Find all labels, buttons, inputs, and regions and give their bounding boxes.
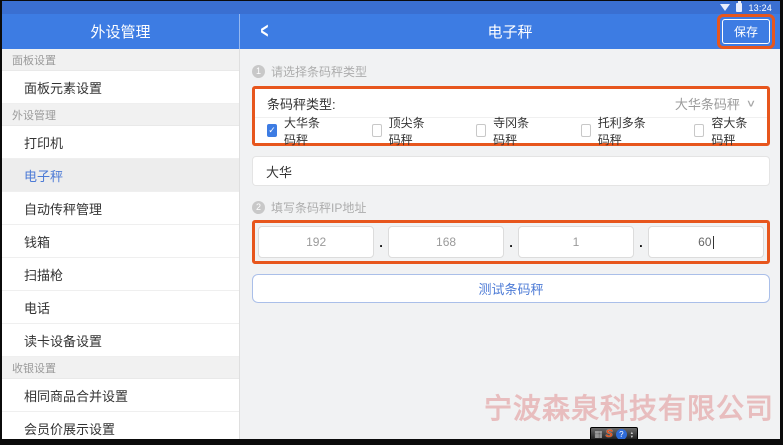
checkbox-label: 大华条码秤 — [284, 114, 328, 148]
sidebar-item-card-reader[interactable]: 读卡设备设置 — [2, 324, 239, 357]
ip-dot-separator: . — [639, 235, 643, 250]
sidebar-item-panel-elements[interactable]: 面板元素设置 — [2, 71, 239, 104]
clock-text: 13:24 — [748, 3, 772, 13]
scale-type-value-text: 大华条码秤 — [675, 94, 740, 113]
save-button[interactable]: 保存 — [722, 19, 770, 44]
checkbox-label: 托利多条码秤 — [598, 114, 651, 148]
checkbox-label: 容大条码秤 — [711, 114, 755, 148]
sidebar-item-printer[interactable]: 打印机 — [2, 126, 239, 159]
scale-name-field[interactable]: 大华 — [252, 156, 770, 186]
s-logo-icon[interactable]: S — [606, 429, 613, 439]
step2-label-row: 2 填写条码秤IP地址 — [252, 199, 770, 215]
chevron-down-icon: ∨ — [746, 97, 756, 109]
sidebar-header-title: 外设管理 — [2, 14, 240, 49]
body: 面板设置 面板元素设置 外设管理 打印机 电子秤 自动传秤管理 钱箱 扫描枪 电… — [2, 49, 780, 439]
ip-octet-4-field[interactable]: 60 — [648, 226, 764, 258]
sidebar-item-cash-drawer[interactable]: 钱箱 — [2, 225, 239, 258]
checkbox-sigang-scale[interactable]: 寺冈条码秤 — [476, 114, 537, 148]
sidebar-item-member-price-display[interactable]: 会员价展示设置 — [2, 412, 239, 439]
scale-type-annotation-box: 条码秤类型: 大华条码秤 ∨ ✓ 大华条码秤 顶尖条码秤 — [252, 86, 770, 146]
checkbox-label: 顶尖条码秤 — [389, 114, 433, 148]
app-header: 外设管理 < 电子秤 保存 — [2, 14, 780, 49]
sidebar-item-merge-same-goods[interactable]: 相同商品合并设置 — [2, 379, 239, 412]
android-status-bar: 13:24 — [2, 1, 780, 14]
test-scale-button[interactable]: 测试条码秤 — [252, 274, 770, 303]
sidebar-item-phone[interactable]: 电话 — [2, 291, 239, 324]
checkbox-unchecked-icon[interactable] — [694, 124, 704, 137]
sidebar-item-electronic-scale[interactable]: 电子秤 — [2, 159, 239, 192]
ip-octet-2-field[interactable]: 168 — [388, 226, 504, 258]
checkbox-dingjian-scale[interactable]: 顶尖条码秤 — [372, 114, 433, 148]
app-screen: 13:24 外设管理 < 电子秤 保存 面板设置 面板元素设置 外设管理 打印机… — [2, 1, 780, 439]
step2-label: 填写条码秤IP地址 — [271, 199, 366, 216]
step1-label-row: 1 请选择条码秤类型 — [252, 63, 770, 79]
ip-octet-3-field[interactable]: 1 — [518, 226, 634, 258]
scale-type-checkbox-row: ✓ 大华条码秤 顶尖条码秤 寺冈条码秤 托 — [255, 118, 767, 143]
save-annotation-box: 保存 — [717, 14, 775, 49]
sidebar-section-panel-settings: 面板设置 — [2, 49, 239, 71]
ip-dot-separator: . — [509, 235, 513, 250]
help-icon[interactable]: ? — [616, 429, 627, 439]
checkbox-dahua-scale[interactable]: ✓ 大华条码秤 — [267, 114, 328, 148]
scale-type-selected-value: 大华条码秤 ∨ — [675, 94, 755, 113]
scale-settings-panel: 1 请选择条码秤类型 条码秤类型: 大华条码秤 ∨ ✓ 大华条 — [240, 49, 780, 439]
scale-type-label: 条码秤类型: — [267, 94, 336, 113]
sidebar-item-auto-scale-mgmt[interactable]: 自动传秤管理 — [2, 192, 239, 225]
checkbox-label: 寺冈条码秤 — [493, 114, 537, 148]
ip-octet-4-value: 60 — [698, 235, 711, 249]
sidebar-section-cashier-settings: 收银设置 — [2, 357, 239, 379]
sidebar-item-scanner-gun[interactable]: 扫描枪 — [2, 258, 239, 291]
ip-dot-separator: . — [379, 235, 383, 250]
checkbox-unchecked-icon[interactable] — [581, 124, 591, 137]
page-header: < 电子秤 保存 — [240, 14, 780, 49]
sidebar-section-peripherals: 外设管理 — [2, 104, 239, 126]
battery-icon — [736, 3, 742, 12]
wifi-icon — [720, 4, 730, 11]
tablet-screenshot: 13:24 外设管理 < 电子秤 保存 面板设置 面板元素设置 外设管理 打印机… — [0, 0, 783, 445]
checkbox-rongda-scale[interactable]: 容大条码秤 — [694, 114, 755, 148]
ip-address-annotation-box: 192 . 168 . 1 . 60 — [252, 220, 770, 264]
step2-number-icon: 2 — [252, 201, 265, 214]
step1-label: 请选择条码秤类型 — [271, 63, 367, 80]
settings-sidebar: 面板设置 面板元素设置 外设管理 打印机 电子秤 自动传秤管理 钱箱 扫描枪 电… — [2, 49, 240, 439]
ip-octet-1-field[interactable]: 192 — [258, 226, 374, 258]
collapse-arrows-icon[interactable]: ▲ ▼ — [630, 431, 634, 439]
checkbox-tuoliduo-scale[interactable]: 托利多条码秤 — [581, 114, 651, 148]
text-cursor — [713, 236, 714, 249]
checkbox-unchecked-icon[interactable] — [372, 124, 382, 137]
checkbox-checked-icon[interactable]: ✓ — [267, 124, 277, 137]
page-title: 电子秤 — [240, 21, 780, 42]
arrow-down-icon: ▼ — [630, 435, 634, 439]
step1-number-icon: 1 — [252, 65, 265, 78]
checkbox-unchecked-icon[interactable] — [476, 124, 486, 137]
screenshot-overlay-toolbar: ▦ S ? ▲ ▼ — [590, 427, 638, 439]
grid-icon: ▦ — [594, 430, 603, 439]
